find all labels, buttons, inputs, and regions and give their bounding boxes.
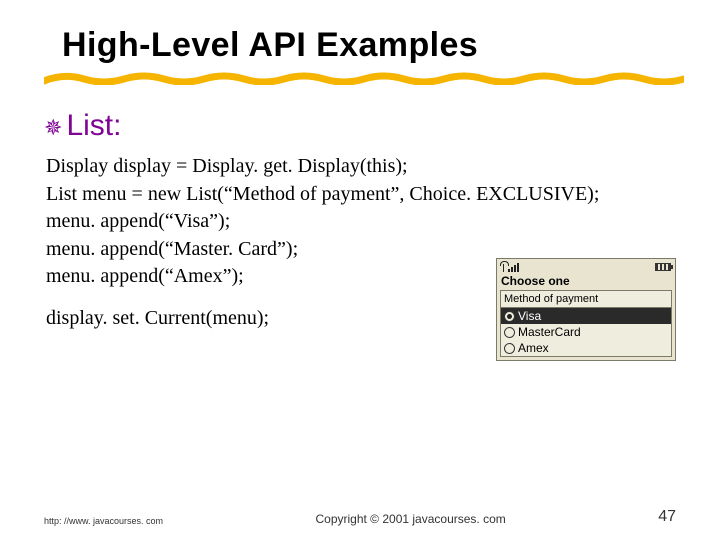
radio-label: Visa	[518, 309, 541, 323]
radio-option-mastercard[interactable]: MasterCard	[501, 324, 671, 340]
code-line: List menu = new List(“Method of payment”…	[46, 181, 676, 209]
battery-icon	[655, 263, 671, 271]
radio-label: Amex	[518, 341, 549, 355]
signal-icon	[501, 261, 519, 272]
radio-icon	[504, 327, 515, 338]
footer-copyright: Copyright © 2001 javacourses. com	[315, 512, 505, 526]
phone-screen-title: Method of payment	[501, 291, 671, 308]
phone-emulator: Choose one Method of payment Visa Master…	[496, 258, 676, 361]
subtitle: List:	[66, 109, 121, 143]
bullet-icon: ✵	[44, 115, 62, 141]
radio-option-visa[interactable]: Visa	[501, 308, 671, 324]
footer-url: http: //www. javacourses. com	[44, 516, 163, 526]
page-number: 47	[658, 508, 676, 526]
phone-screen: Method of payment Visa MasterCard Amex	[500, 290, 672, 357]
slide-title: High-Level API Examples	[62, 26, 676, 65]
radio-label: MasterCard	[518, 325, 581, 339]
radio-icon	[504, 343, 515, 354]
radio-option-amex[interactable]: Amex	[501, 340, 671, 356]
code-line: menu. append(“Visa”);	[46, 208, 676, 236]
phone-window-title: Choose one	[497, 274, 675, 290]
radio-icon	[504, 311, 515, 322]
title-underline	[44, 71, 676, 85]
code-line: Display display = Display. get. Display(…	[46, 153, 676, 181]
